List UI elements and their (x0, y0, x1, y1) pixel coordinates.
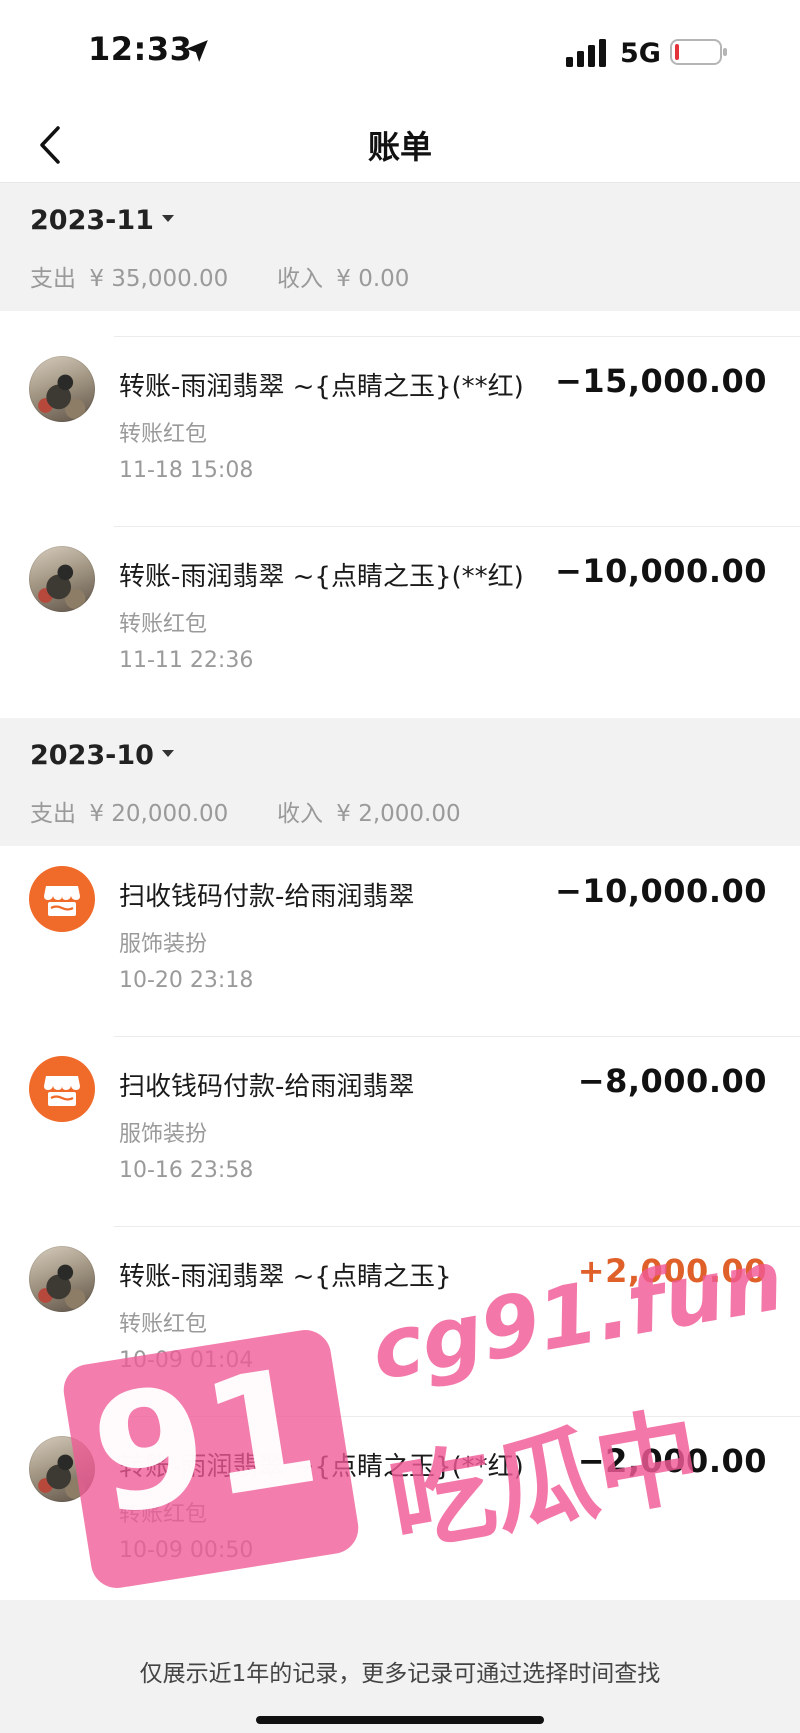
month-summary: 支出 ¥ 20,000.00 收入 ¥ 2,000.00 (30, 794, 467, 828)
income-amount: ¥ 0.00 (336, 266, 410, 292)
transaction-time: 11-11 22:36 (119, 648, 254, 673)
transaction-category: 转账红包 (119, 422, 208, 447)
transaction-category: 转账红包 (119, 612, 208, 637)
month-label: 2023-11 (30, 205, 154, 236)
transaction-category: 服饰装扮 (119, 932, 208, 957)
month-summary: 支出 ¥ 35,000.00 收入 ¥ 0.00 (30, 259, 415, 293)
transaction-amount: +2,000.00 (577, 1252, 767, 1290)
expense-label: 支出 (30, 801, 76, 827)
transaction-amount: −10,000.00 (555, 552, 767, 590)
transaction-category: 转账红包 (119, 1502, 208, 1527)
divider (114, 1036, 800, 1037)
avatar (29, 1436, 95, 1502)
caret-down-icon (161, 215, 174, 222)
month-label: 2023-10 (30, 740, 154, 771)
transaction-row[interactable]: 转账-雨润翡翠 ~{点睛之玉}(**红) 转账红包 11-11 22:36 −1… (0, 526, 800, 716)
transaction-row[interactable]: 转账-雨润翡翠 ~{点睛之玉}(**红) 转账红包 10-09 00:50 −2… (0, 1416, 800, 1606)
transaction-title: 扫收钱码付款-给雨润翡翠 (119, 882, 415, 912)
status-bar: 12:33 5G (0, 0, 800, 108)
transaction-amount: −2,000.00 (577, 1442, 767, 1480)
home-indicator[interactable] (256, 1716, 544, 1724)
battery-low-icon (670, 39, 727, 65)
transaction-title: 扫收钱码付款-给雨润翡翠 (119, 1072, 415, 1102)
transaction-category: 服饰装扮 (119, 1122, 208, 1147)
expense-amount: ¥ 35,000.00 (89, 266, 229, 292)
month-header[interactable]: 2023-11 支出 ¥ 35,000.00 收入 ¥ 0.00 (0, 183, 800, 311)
divider (114, 1416, 800, 1417)
caret-down-icon (161, 750, 174, 757)
divider (114, 526, 800, 527)
status-time: 12:33 (88, 30, 193, 68)
transaction-row[interactable]: 扫收钱码付款-给雨润翡翠 服饰装扮 10-16 23:58 −8,000.00 (0, 1036, 800, 1226)
divider (114, 336, 800, 337)
network-type: 5G (620, 38, 661, 69)
transaction-row[interactable]: 转账-雨润翡翠 ~{点睛之玉} 转账红包 10-09 01:04 +2,000.… (0, 1226, 800, 1416)
transaction-row[interactable]: 转账-雨润翡翠 ~{点睛之玉}(**红) 转账红包 11-18 15:08 −1… (0, 336, 800, 526)
divider (114, 1226, 800, 1227)
transaction-time: 10-20 23:18 (119, 968, 254, 993)
location-arrow-icon (186, 40, 208, 62)
avatar (29, 1246, 95, 1312)
avatar (29, 356, 95, 422)
footer: 仅展示近1年的记录，更多记录可通过选择时间查找 (0, 1600, 800, 1733)
transaction-amount: −10,000.00 (555, 872, 767, 910)
page-title: 账单 (367, 128, 432, 166)
transaction-title: 转账-雨润翡翠 ~{点睛之玉}(**红) (119, 1452, 524, 1482)
income-label: 收入 (276, 801, 323, 827)
transaction-amount: −8,000.00 (577, 1062, 767, 1100)
transaction-title: 转账-雨润翡翠 ~{点睛之玉} (119, 1262, 452, 1292)
income-amount: ¥ 2,000.00 (336, 801, 461, 827)
avatar (29, 546, 95, 612)
storefront-icon (29, 866, 95, 932)
month-header[interactable]: 2023-10 支出 ¥ 20,000.00 收入 ¥ 2,000.00 (0, 718, 800, 846)
month-selector[interactable]: 2023-11 (30, 205, 174, 236)
expense-amount: ¥ 20,000.00 (89, 801, 229, 827)
expense-label: 支出 (30, 266, 76, 292)
transaction-amount: −15,000.00 (555, 362, 767, 400)
transaction-row[interactable]: 扫收钱码付款-给雨润翡翠 服饰装扮 10-20 23:18 −10,000.00 (0, 846, 800, 1036)
transaction-title: 转账-雨润翡翠 ~{点睛之玉}(**红) (119, 372, 524, 402)
transaction-time: 10-16 23:58 (119, 1158, 254, 1183)
transaction-category: 转账红包 (119, 1312, 208, 1337)
nav-bar: 账单 (0, 108, 800, 183)
transaction-time: 11-18 15:08 (119, 458, 254, 483)
transaction-time: 10-09 00:50 (119, 1538, 254, 1563)
storefront-icon (29, 1056, 95, 1122)
transaction-time: 10-09 01:04 (119, 1348, 254, 1373)
footer-note: 仅展示近1年的记录，更多记录可通过选择时间查找 (139, 1661, 661, 1687)
transaction-title: 转账-雨润翡翠 ~{点睛之玉}(**红) (119, 562, 524, 592)
signal-bars-icon (566, 39, 606, 67)
month-selector[interactable]: 2023-10 (30, 740, 174, 771)
income-label: 收入 (276, 266, 323, 292)
